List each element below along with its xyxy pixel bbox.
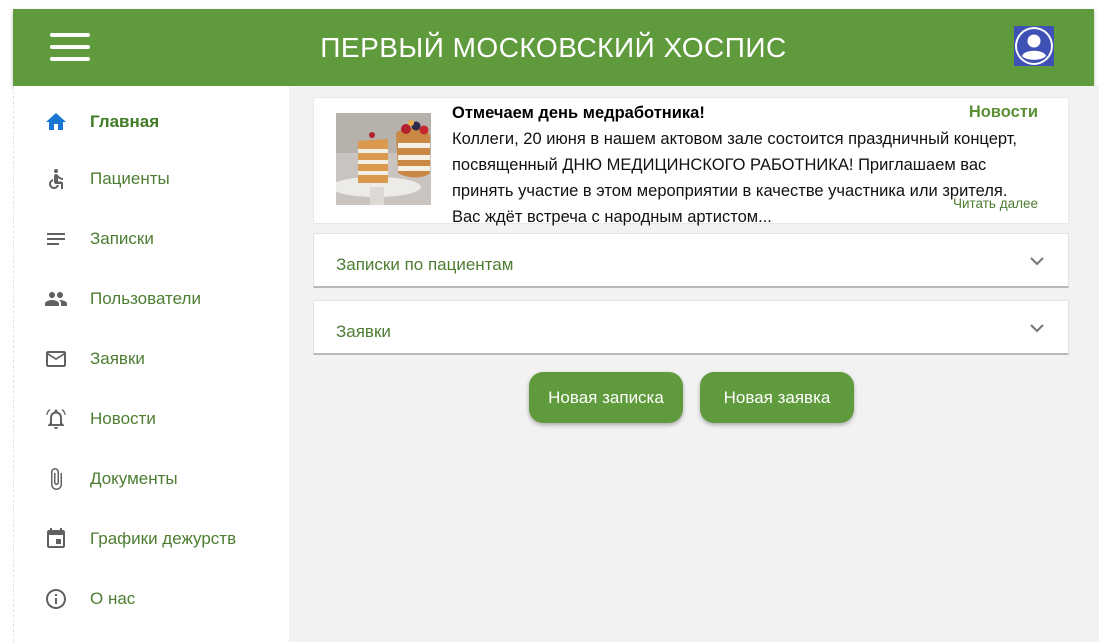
accessible-icon (49, 169, 63, 189)
user-avatar-icon[interactable] (1014, 26, 1054, 66)
sidebar-item-label: Документы (90, 469, 178, 488)
news-card[interactable]: Отмечаем день медработника! Новости Колл… (313, 97, 1069, 226)
info-icon (46, 589, 66, 609)
notes-lines-icon (47, 233, 65, 245)
news-text: Коллеги, 20 июня в нашем актовом зале со… (452, 126, 1052, 230)
news-category-label: Новости (968, 103, 1038, 121)
news-title[interactable]: Отмечаем день медработника! (452, 104, 705, 123)
read-more-link[interactable]: Читать далее (953, 196, 1038, 211)
chevron-down-icon[interactable] (1028, 252, 1046, 270)
accordion-patient-notes[interactable]: Записки по пациентам (313, 233, 1069, 288)
accordion-requests[interactable]: Заявки (313, 300, 1069, 355)
sidebar-item-label: Заявки (90, 349, 145, 368)
main-content: Отмечаем день медработника! Новости Колл… (289, 86, 1099, 642)
home-icon (46, 113, 66, 130)
sidebar-item-label: Записки (90, 229, 154, 248)
sidebar-item-requests[interactable]: Заявки (14, 337, 290, 381)
cake-image (336, 113, 431, 205)
news-text-line: Коллеги, 20 июня в нашем актовом зале со… (452, 130, 1018, 148)
new-note-button[interactable]: Новая записка (529, 372, 683, 423)
sidebar-item-news[interactable]: Новости (14, 397, 290, 441)
sidebar-item-about[interactable]: О нас (14, 577, 290, 621)
alarm-bell-icon (46, 409, 66, 429)
app-header: ПЕРВЫЙ МОСКОВСКИЙ ХОСПИС (13, 9, 1094, 86)
new-request-button[interactable]: Новая заявка (700, 372, 854, 423)
sidebar-item-label: Главная (90, 112, 160, 131)
app-title: ПЕРВЫЙ МОСКОВСКИЙ ХОСПИС (320, 32, 787, 63)
sidebar-item-label: Пациенты (90, 169, 170, 188)
sidebar-item-label: Графики дежурств (90, 529, 237, 548)
sidebar-item-documents[interactable]: Документы (14, 457, 290, 501)
calendar-icon (47, 528, 65, 548)
sidebar-item-home[interactable]: Главная (14, 100, 290, 144)
accordion-label: Записки по пациентам (336, 255, 514, 274)
sidebar-item-label: Новости (90, 409, 156, 428)
sidebar-nav: Главная Пациенты Записки Пользователи За… (13, 86, 289, 642)
people-icon (45, 292, 67, 306)
sidebar-item-schedules[interactable]: Графики дежурств (14, 517, 290, 561)
accordion-label: Заявки (336, 322, 391, 341)
sidebar-item-users[interactable]: Пользователи (14, 277, 290, 321)
sidebar-item-notes[interactable]: Записки (14, 217, 290, 261)
mail-icon (46, 351, 66, 367)
chevron-down-icon[interactable] (1028, 319, 1046, 337)
sidebar-item-label: Пользователи (90, 289, 201, 308)
sidebar-item-patients[interactable]: Пациенты (14, 157, 290, 201)
sidebar-item-label: О нас (90, 589, 136, 608)
news-text-line: посвященный ДНЮ МЕДИЦИНСКОГО РАБОТНИКА! … (452, 156, 987, 174)
paperclip-icon (51, 468, 62, 490)
